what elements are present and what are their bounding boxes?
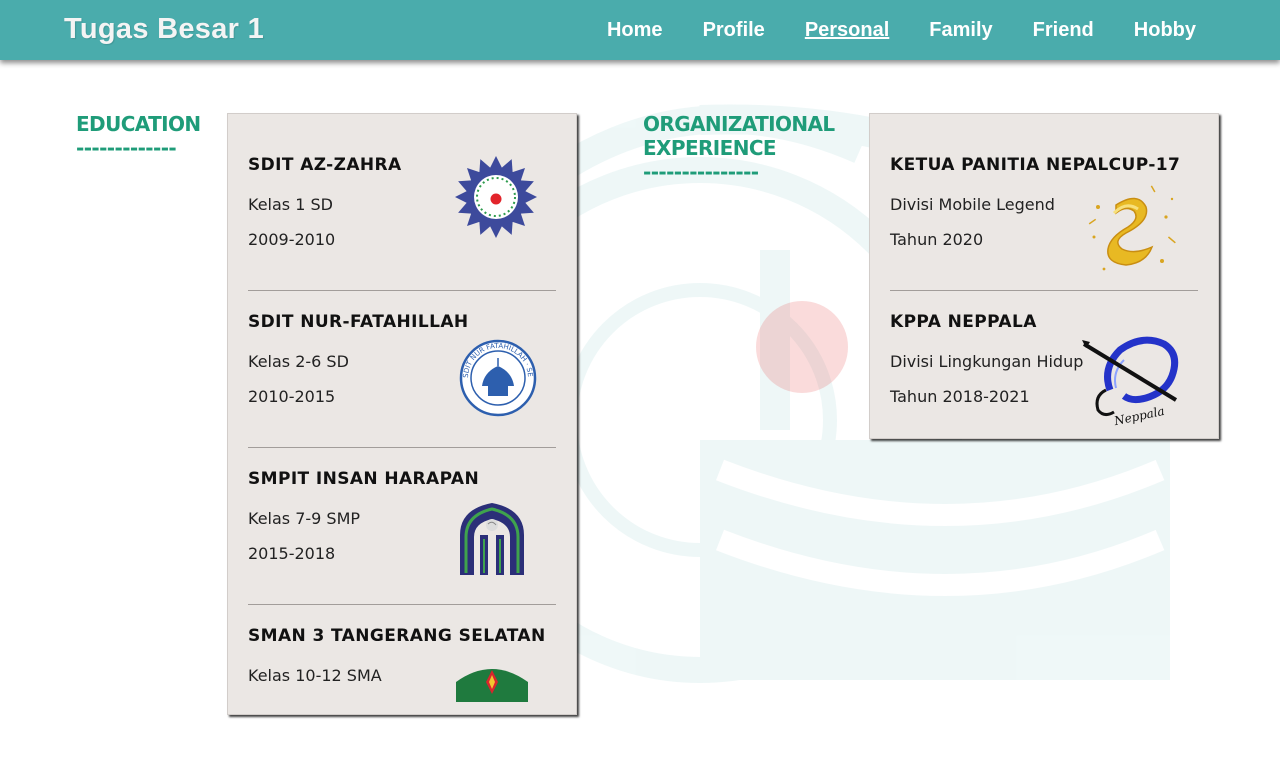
school-grade: Kelas 7-9 SMP	[248, 509, 361, 528]
school-years: 2009-2010	[248, 230, 336, 249]
nav-home-link[interactable]: Home	[607, 19, 663, 42]
neppala-logo-icon: Neppala	[1082, 336, 1179, 428]
school-name: SMAN 3 TANGERANG SELATAN	[248, 626, 546, 646]
nav-profile-link[interactable]: Profile	[703, 19, 765, 42]
item-divider	[248, 604, 556, 605]
organization-underline: ---------------	[643, 160, 759, 184]
organization-item: KETUA PANITIA NEPALCUP-17 Divisi Mobile …	[890, 155, 1198, 312]
education-title: EDUCATION	[76, 112, 201, 136]
education-underline: -------------	[76, 136, 177, 160]
item-divider	[248, 290, 556, 291]
education-card: SDIT AZ-ZAHRA Kelas 1 SD 2009-2010 SDIT …	[227, 113, 577, 715]
nepalcup-logo-icon	[1088, 185, 1176, 271]
school-name: SDIT NUR-FATAHILLAH	[248, 312, 469, 332]
education-item: SDIT NUR-FATAHILLAH Kelas 2-6 SD 2010-20…	[248, 312, 556, 469]
organization-heading: ORGANIZATIONAL EXPERIENCE --------------…	[643, 112, 835, 184]
organization-years: Tahun 2018-2021	[890, 387, 1030, 406]
nav-friend-link[interactable]: Friend	[1033, 19, 1094, 42]
insan-harapan-logo-icon	[460, 503, 524, 575]
school-years: 2010-2015	[248, 387, 336, 406]
school-grade: Kelas 10-12 SMA	[248, 666, 382, 685]
organization-role: KETUA PANITIA NEPALCUP-17	[890, 155, 1181, 175]
nur-fatahillah-logo-icon: SDIT NUR FATAHILLAH · SERPONG TANGSEL	[458, 338, 537, 417]
item-divider	[890, 290, 1198, 291]
education-item: SMPIT INSAN HARAPAN Kelas 7-9 SMP 2015-2…	[248, 469, 556, 626]
school-years: 2015-2018	[248, 544, 336, 563]
education-item: SDIT AZ-ZAHRA Kelas 1 SD 2009-2010	[248, 155, 556, 312]
education-heading: EDUCATION -------------	[76, 112, 201, 160]
sman3-logo-icon	[456, 669, 528, 702]
organization-title-line1: ORGANIZATIONAL	[643, 112, 835, 136]
nav-menu: Home Profile Personal Family Friend Hobb…	[607, 19, 1196, 42]
nav-personal-link[interactable]: Personal	[805, 19, 889, 42]
school-name: SDIT AZ-ZAHRA	[248, 155, 402, 175]
school-name: SMPIT INSAN HARAPAN	[248, 469, 480, 489]
az-zahra-logo-icon	[455, 156, 537, 238]
top-navbar: Tugas Besar 1 Home Profile Personal Fami…	[0, 0, 1280, 60]
organization-title-line2: EXPERIENCE	[643, 136, 777, 160]
organization-years: Tahun 2020	[890, 230, 984, 249]
neppala-logo-text: Neppala	[1112, 404, 1166, 428]
organization-card: KETUA PANITIA NEPALCUP-17 Divisi Mobile …	[869, 113, 1219, 439]
organization-role: KPPA NEPPALA	[890, 312, 1037, 332]
organization-division: Divisi Mobile Legend	[890, 195, 1055, 214]
nav-hobby-link[interactable]: Hobby	[1134, 19, 1196, 42]
school-grade: Kelas 2-6 SD	[248, 352, 349, 371]
organization-division: Divisi Lingkungan Hidup	[890, 352, 1084, 371]
education-item: SMAN 3 TANGERANG SELATAN Kelas 10-12 SMA	[248, 626, 556, 783]
school-grade: Kelas 1 SD	[248, 195, 333, 214]
organization-item: KPPA NEPPALA Divisi Lingkungan Hidup Tah…	[890, 312, 1198, 469]
site-title[interactable]: Tugas Besar 1	[64, 13, 264, 46]
nav-family-link[interactable]: Family	[929, 19, 992, 42]
item-divider	[248, 447, 556, 448]
